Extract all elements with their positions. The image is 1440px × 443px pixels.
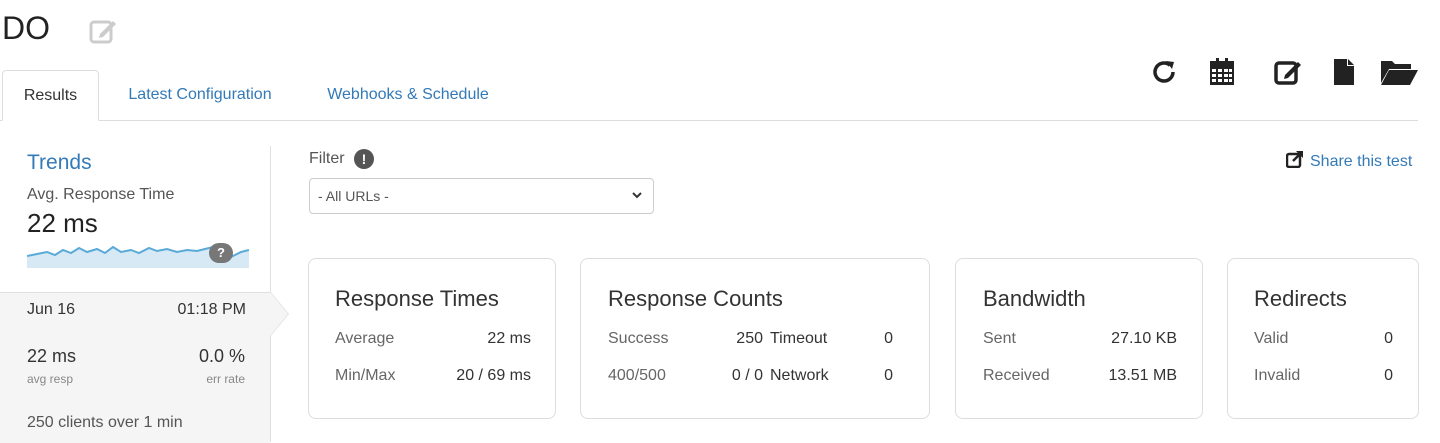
received-label: Received (983, 367, 1050, 384)
url-filter-selected: - All URLs - (318, 188, 389, 204)
avg-response-label: Avg. Response Time (27, 186, 175, 203)
url-filter-select[interactable]: - All URLs - (309, 178, 654, 214)
avg-response-value: 22 ms (27, 208, 98, 238)
bandwidth-card: Bandwidth Sent 27.10 KB Received 13.51 M… (955, 258, 1203, 419)
err-value: 0 / 0 (731, 367, 763, 384)
filter-label: Filter (309, 150, 345, 167)
success-label: Success (608, 330, 669, 347)
average-value: 22 ms (487, 330, 531, 347)
run-avg-resp-label: avg resp (27, 372, 74, 386)
share-test-label: Share this test (1310, 152, 1413, 170)
run-avg-resp: 22 ms (27, 346, 77, 366)
card-title: Response Times (335, 286, 499, 311)
filter-info-icon[interactable]: ! (354, 149, 374, 169)
run-date: Jun 16 (27, 301, 76, 318)
valid-label: Valid (1254, 330, 1289, 347)
success-value: 250 (736, 330, 763, 347)
calendar-icon[interactable] (1202, 52, 1242, 92)
timeout-label: Timeout (770, 330, 828, 347)
trends-link[interactable]: Trends (27, 151, 92, 175)
sent-label: Sent (983, 330, 1016, 347)
sparkline-help-badge[interactable]: ? (209, 243, 233, 263)
edit-icon[interactable] (1268, 52, 1308, 92)
run-selector-arrow (270, 292, 288, 336)
minmax-label: Min/Max (335, 367, 396, 384)
average-label: Average (335, 330, 395, 347)
tab-latest-configuration[interactable]: Latest Configuration (108, 70, 292, 120)
response-times-card: Response Times Average 22 ms Min/Max 20 … (308, 258, 556, 419)
redirects-card: Redirects Valid 0 Invalid 0 (1227, 258, 1419, 419)
tabs-divider (0, 120, 1418, 121)
network-label: Network (770, 367, 829, 384)
invalid-label: Invalid (1254, 367, 1301, 384)
page-title: DO (2, 10, 50, 46)
card-title: Redirects (1254, 286, 1347, 311)
run-time: 01:18 PM (177, 301, 246, 318)
edit-title-icon[interactable] (88, 16, 118, 46)
document-icon[interactable] (1324, 52, 1364, 92)
run-err-rate-label: err rate (206, 372, 245, 386)
invalid-value: 0 (1384, 367, 1393, 384)
tab-webhooks-schedule[interactable]: Webhooks & Schedule (306, 70, 510, 120)
sent-value: 27.10 KB (1111, 330, 1177, 347)
timeout-value: 0 (884, 330, 893, 347)
response-time-sparkline: ? (26, 236, 250, 268)
folder-open-icon[interactable] (1376, 52, 1422, 92)
run-err-rate: 0.0 % (198, 346, 245, 366)
response-counts-card: Response Counts Success 250 Timeout 0 40… (580, 258, 930, 419)
minmax-value: 20 / 69 ms (456, 367, 531, 384)
received-value: 13.51 MB (1108, 367, 1177, 384)
card-title: Bandwidth (983, 286, 1086, 311)
refresh-icon[interactable] (1144, 52, 1184, 92)
chevron-down-icon (631, 179, 643, 226)
valid-value: 0 (1384, 330, 1393, 347)
share-test-link[interactable]: Share this test (1285, 150, 1413, 173)
share-icon (1285, 150, 1304, 173)
network-value: 0 (884, 367, 893, 384)
card-title: Response Counts (608, 286, 783, 311)
err-label: 400/500 (608, 367, 666, 384)
run-clients-text: 250 clients over 1 min (27, 414, 183, 431)
tab-results[interactable]: Results (2, 70, 99, 121)
